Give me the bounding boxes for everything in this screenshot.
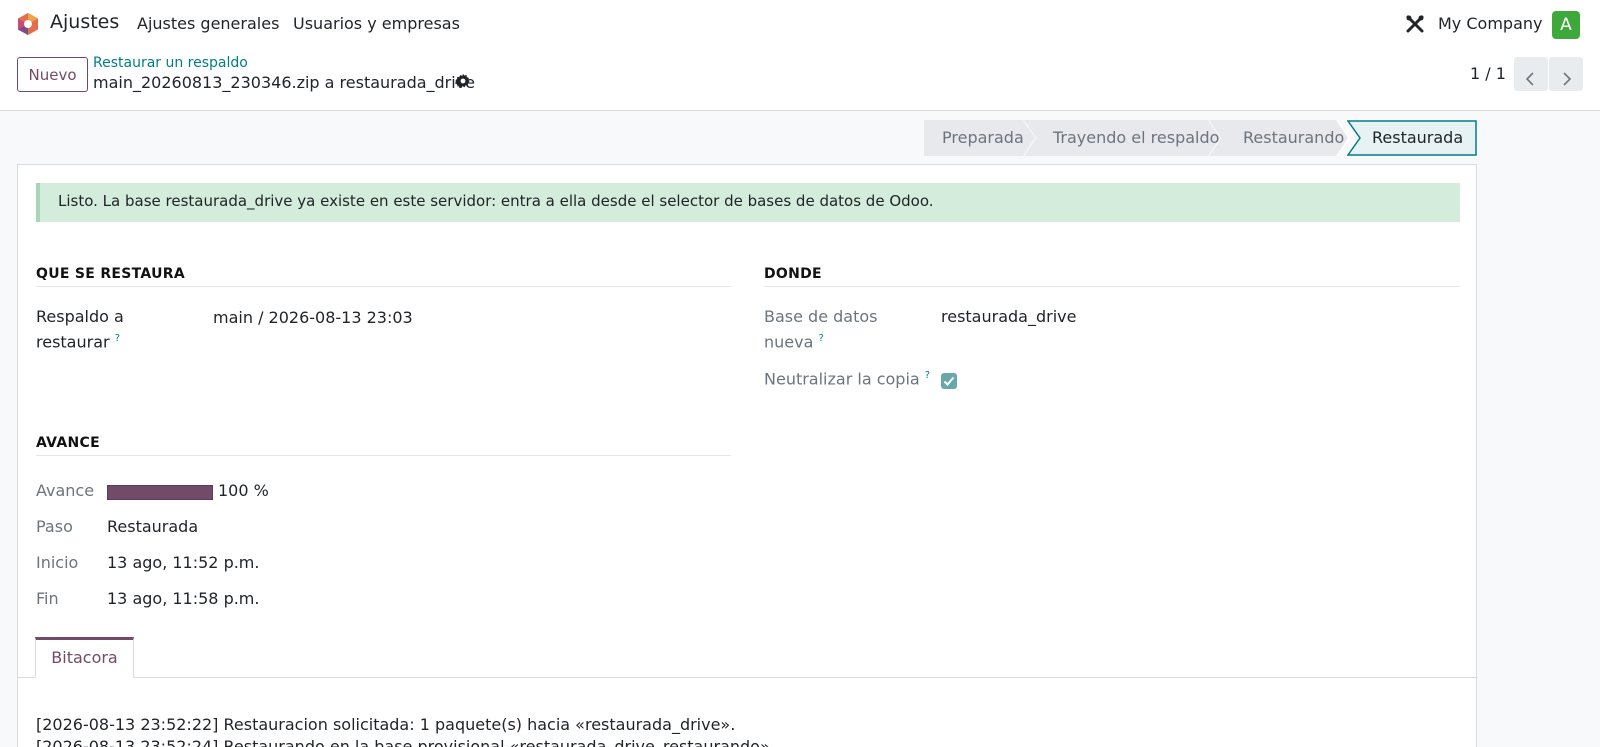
- stage-preparada[interactable]: Preparada: [924, 120, 1036, 156]
- tab-bitacora[interactable]: Bitacora: [35, 637, 134, 678]
- neutralize-checkbox[interactable]: [941, 373, 957, 389]
- section-title-donde: DONDE: [764, 266, 822, 282]
- chevron-right-icon: [1563, 71, 1572, 86]
- help-tooltip-icon[interactable]: ?: [115, 333, 120, 344]
- top-navbar: Ajustes Ajustes generales Usuarios y emp…: [0, 0, 1600, 47]
- menu-ajustes-generales[interactable]: Ajustes generales: [137, 14, 279, 33]
- field-label-inicio: Inicio: [36, 553, 79, 572]
- stage-restaurada-active[interactable]: Restaurada: [1347, 120, 1477, 156]
- field-label-fin: Fin: [36, 589, 59, 608]
- section-divider: [764, 286, 1460, 287]
- help-tooltip-icon[interactable]: ?: [925, 370, 930, 381]
- section-title-que: QUE SE RESTAURA: [36, 266, 186, 282]
- field-value-base-datos[interactable]: restaurada_drive: [941, 307, 1076, 326]
- stage-restaurando[interactable]: Restaurando: [1209, 120, 1349, 156]
- help-tooltip-icon[interactable]: ?: [819, 333, 824, 344]
- field-value-paso: Restaurada: [107, 517, 199, 536]
- gear-icon[interactable]: [455, 73, 471, 89]
- section-divider: [36, 286, 731, 287]
- label-line: Neutralizar la copia: [764, 369, 920, 389]
- chevron-left-icon: [1525, 71, 1534, 86]
- menu-usuarios-empresas[interactable]: Usuarios y empresas: [293, 14, 460, 33]
- label-line: nueva: [764, 332, 814, 352]
- debug-tools-icon[interactable]: [1404, 13, 1426, 35]
- stage-label: Restaurada: [1372, 128, 1464, 147]
- field-label-paso: Paso: [36, 517, 73, 536]
- pager-value[interactable]: 1 / 1: [1470, 64, 1506, 83]
- form-sheet: Listo. La base restaurada_drive ya exist…: [17, 164, 1478, 747]
- field-label-base-datos: Base de datos nueva ?: [764, 306, 878, 353]
- stage-label: Restaurando: [1243, 128, 1345, 147]
- record-title: main_20260813_230346.zip a restaurada_dr…: [93, 73, 476, 92]
- field-label-neutralizar: Neutralizar la copia ?: [764, 365, 930, 390]
- section-title-avance: AVANCE: [36, 435, 100, 451]
- app-name[interactable]: Ajustes: [50, 11, 119, 33]
- odoo-settings-logo-icon[interactable]: [16, 12, 40, 36]
- success-alert: Listo. La base restaurada_drive ya exist…: [36, 183, 1460, 222]
- section-divider: [36, 455, 731, 456]
- checkmark-icon: [943, 376, 955, 386]
- stage-trayendo-respaldo[interactable]: Trayendo el respaldo: [1024, 120, 1221, 156]
- pager-previous-button[interactable]: [1514, 57, 1548, 91]
- log-line: [2026-08-13 23:52:24] Restaurando en la …: [36, 737, 775, 747]
- progress-bar: [107, 485, 213, 500]
- notebook-tabbar: [18, 677, 1478, 678]
- field-label-respaldo: Respaldo a restaurar ?: [36, 306, 124, 353]
- field-value-inicio: 13 ago, 11:52 p.m.: [107, 553, 260, 572]
- control-panel: Nuevo Restaurar un respaldo main_2026081…: [0, 47, 1600, 111]
- label-line: Respaldo a: [36, 307, 124, 326]
- pager-next-button[interactable]: [1549, 57, 1583, 91]
- field-label-avance: Avance: [36, 481, 95, 500]
- log-line: [2026-08-13 23:52:22] Restauracion solic…: [36, 715, 736, 734]
- progress-value: 100 %: [218, 481, 269, 500]
- label-line: Base de datos: [764, 307, 878, 326]
- field-value-respaldo[interactable]: main / 2026-08-13 23:03: [213, 308, 413, 327]
- breadcrumb-restaurar-respaldo[interactable]: Restaurar un respaldo: [93, 55, 248, 71]
- stage-label: Preparada: [942, 128, 1024, 147]
- label-line: restaurar: [36, 332, 110, 352]
- company-switcher[interactable]: My Company: [1438, 14, 1542, 33]
- new-button[interactable]: Nuevo: [17, 57, 88, 92]
- stage-label: Trayendo el respaldo: [1053, 128, 1220, 147]
- user-avatar[interactable]: A: [1552, 11, 1580, 39]
- field-value-fin: 13 ago, 11:58 p.m.: [107, 589, 260, 608]
